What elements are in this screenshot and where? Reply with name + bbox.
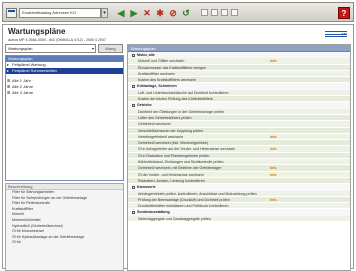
task-row[interactable]: Nebenaggregate und Zusatzaggregate prüfe… (128, 215, 350, 223)
task-text: Getriebeöl wechseln, mit Beleihen der Ge… (138, 166, 222, 171)
tree-item-label: Fettplänel Schmierstellen (12, 68, 57, 73)
maintenance-task-list: Wartungsplan Motor, alle Motoröl und Ölfi… (127, 44, 351, 271)
left-arrow-icon[interactable]: ◀ (115, 7, 127, 19)
task-text: Verschleißsensoren der Kupplung prüfen (138, 128, 204, 133)
tree-item[interactable]: ▸ Fettplänel Schmierstellen (6, 68, 123, 74)
tree-item-label: Alle 2 Jahre (12, 84, 34, 89)
help-button[interactable]: ? (338, 7, 350, 19)
task-text: Lüfter des Getriebekühlers prüfen (138, 115, 192, 120)
collapse-icon[interactable] (132, 85, 135, 89)
plan-select[interactable]: Wartungsplan ▾ (5, 44, 96, 53)
task-text: Öl der Vorder- und Hinterachse wechseln (138, 172, 204, 177)
tree-item-label: Alle 1 Jahr (12, 78, 31, 83)
plan-button[interactable]: Wartg (98, 44, 123, 53)
plan-tree: Wartungsplan ▸ Fettplänel Wartung ▸ Fettplä… (5, 55, 124, 181)
catalog-dropdown-button[interactable]: ▾ (101, 8, 108, 18)
task-text: Kraftstofffilter wechseln (138, 71, 176, 76)
close-icon[interactable]: ✕ (141, 7, 153, 19)
task-text: Kühlanlage, Schmieren (137, 84, 177, 89)
task-text: Radnaben, Achsen, Lenkung kontrollieren (138, 178, 205, 183)
description-row[interactable]: Öl für (6, 240, 123, 246)
task-text: Kosten der letzten Prüfung des Kühlmitte… (138, 97, 213, 102)
brand-logo: ... (325, 30, 347, 39)
window-icon[interactable] (221, 9, 228, 16)
chevron-down-icon: ▾ (91, 46, 94, 51)
task-text: Kühlmittelstand, Dichtungen und Sichtkon… (138, 160, 224, 165)
task-text: Motoröl und Ölfilter wechseln (138, 59, 185, 64)
task-text: Sonderausstattung (137, 210, 170, 215)
task-text: Getriebeöl wechseln (138, 122, 171, 127)
right-arrow-icon[interactable]: ▶ (128, 7, 140, 19)
tree-leaf-icon[interactable]: ▸ (7, 68, 9, 74)
expand-icon[interactable]: ⊞ (7, 90, 10, 96)
task-text: Druckluftbehälter entwässern und Prüfdru… (138, 204, 229, 209)
task-text: Anhängerbetrieb prüfen, kontrollieren, A… (138, 191, 257, 196)
refresh-icon[interactable]: ↺ (180, 7, 192, 19)
task-text: Öl in Achsgetriebe auf der Vorder- und H… (138, 147, 236, 152)
collapse-icon[interactable] (132, 185, 135, 189)
tree-item[interactable]: ⊞ Alle 3 Jahre (6, 90, 123, 96)
catalog-selector[interactable]: Ersatzteilkatalog Adressen KO (19, 8, 101, 18)
task-text: Motor, alle (137, 53, 155, 57)
tree-item-label: Fettplänel Wartung (12, 62, 46, 67)
window-icon[interactable] (231, 9, 238, 16)
toolbar: Ersatzteilkatalog Adressen KO ▾ ◀ ▶ ✕ ✱ ⊘ ↺ ? (2, 2, 354, 22)
cancel-icon[interactable]: ⊘ (167, 7, 179, 19)
task-text: Dichtheit der Ölleitungen in der Getrieb… (138, 109, 225, 114)
task-text: Karosserie (137, 185, 156, 190)
app-menu-icon[interactable] (6, 8, 17, 18)
task-text: Getriebe (137, 103, 152, 108)
task-text: Nebenaggregate und Zusatzaggregate prüfe… (138, 216, 211, 221)
collapse-icon[interactable] (132, 103, 135, 107)
task-list-header: Wartungsplan (128, 45, 350, 52)
task-text: Öl in Radnaben und Planetengetriebe prüf… (138, 153, 210, 158)
task-text: Getriebeöl wechseln (inkl. Wechselgetrie… (138, 141, 209, 146)
vehicle-subtitle: Actros MP 4 2548-4000 - 8x2 (OM501LA.V/1… (8, 38, 106, 42)
window-icon[interactable] (211, 9, 218, 16)
task-text: Einsatzmesser des Kraftstofffilters rein… (138, 65, 206, 70)
collapse-icon[interactable] (132, 53, 135, 57)
page-title: Wartungspläne (8, 27, 66, 36)
settings-icon[interactable]: ✱ (154, 7, 166, 19)
window-icon[interactable] (201, 9, 208, 16)
tree-item-label: Alle 3 Jahre (12, 90, 34, 95)
collapse-icon[interactable] (132, 210, 135, 214)
task-text: Luft- und Unterdruckschläuche auf Dichth… (138, 90, 229, 95)
task-text: Kosten des Kraftstofffilters wechseln (138, 78, 196, 83)
task-text: Verteilergetriebeöl wechseln (138, 134, 183, 139)
plan-select-value: Wartungsplan (8, 46, 33, 51)
task-text: Prüfung der Bremsanlage (Druckluft) und … (138, 197, 230, 202)
description-list: Beschreibung Filter für Wartungsarbeiten… (5, 183, 124, 271)
